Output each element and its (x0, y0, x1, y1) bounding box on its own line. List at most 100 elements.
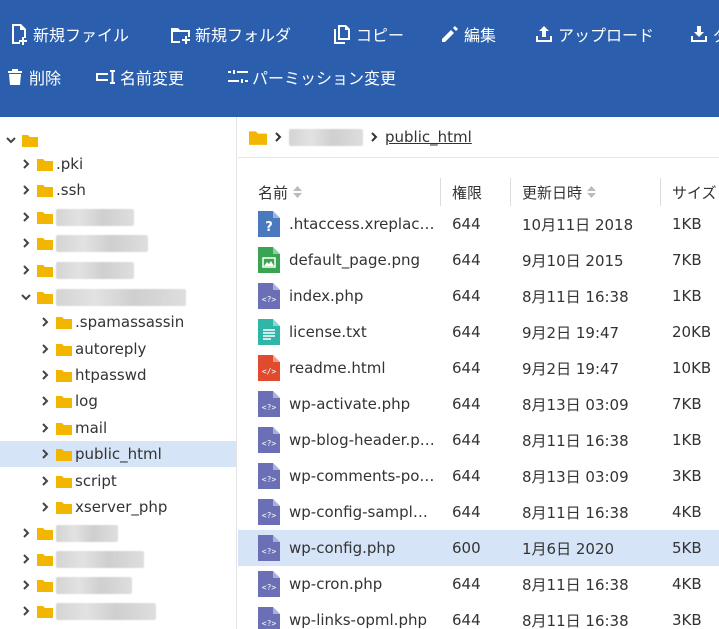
chevron-right-icon[interactable] (38, 342, 52, 356)
chevron-right-icon[interactable] (19, 263, 33, 277)
table-row[interactable]: <?> wp-comments-po… 644 8月13日 03:09 3KB (238, 458, 719, 494)
table-row[interactable]: ? .htaccess.xreplac… 644 10月11日 2018 1KB (238, 206, 719, 242)
table-row[interactable]: <?> wp-config.php 600 1月6日 2020 5KB (238, 530, 719, 566)
table-row[interactable]: <?> index.php 644 8月11日 16:38 1KB (238, 278, 719, 314)
table-row[interactable]: </> readme.html 644 9月2日 19:47 10KB (238, 350, 719, 386)
svg-text:<?>: <?> (262, 475, 277, 484)
tree-item-redacted[interactable] (0, 546, 236, 572)
new-file-label: 新規ファイル (33, 26, 130, 45)
file-permission: 644 (452, 323, 481, 341)
table-row[interactable]: <?> wp-cron.php 644 8月11日 16:38 4KB (238, 566, 719, 602)
chevron-right-icon[interactable] (19, 578, 33, 592)
folder-icon (37, 264, 53, 277)
unknown-file-icon: ? (258, 211, 280, 237)
redacted-label (56, 261, 134, 279)
tree-item-redacted[interactable] (0, 572, 236, 598)
copy-button[interactable]: コピー (331, 22, 404, 46)
tree-item-label: script (75, 472, 117, 490)
table-row[interactable]: license.txt 644 9月2日 19:47 20KB (238, 314, 719, 350)
new-file-icon (8, 23, 30, 45)
redacted-label (56, 602, 156, 620)
tree-item-autoreply[interactable]: autoreply (0, 336, 236, 362)
table-row[interactable]: <?> wp-config-sampl… 644 8月11日 16:38 4KB (238, 494, 719, 530)
column-size-label: サイズ (672, 183, 717, 202)
file-modified: 1月6日 2020 (522, 539, 615, 558)
column-header-size[interactable]: サイズ (672, 178, 717, 206)
file-modified: 9月2日 19:47 (522, 359, 620, 378)
chevron-down-icon[interactable] (19, 290, 33, 304)
folder-icon (37, 158, 53, 171)
chevron-right-icon[interactable] (19, 552, 33, 566)
table-row[interactable]: default_page.png 644 9月10日 2015 7KB (238, 242, 719, 278)
new-folder-button[interactable]: 新規フォルダ (170, 22, 291, 46)
tree-item-log[interactable]: log (0, 388, 236, 414)
chevron-right-icon[interactable] (19, 604, 33, 618)
chevron-right-icon[interactable] (38, 500, 52, 514)
edit-button[interactable]: 編集 (439, 22, 496, 46)
column-divider[interactable] (440, 178, 441, 206)
text-file-icon (258, 319, 280, 345)
chevron-right-icon[interactable] (19, 183, 33, 197)
svg-text:<?>: <?> (262, 619, 277, 628)
file-permission: 644 (452, 611, 481, 629)
table-row[interactable]: <?> wp-links-opml.php 644 8月11日 16:38 3KB (238, 602, 719, 629)
tree-item-redacted[interactable] (0, 598, 236, 624)
tree-item-public-html[interactable]: public_html (0, 441, 236, 467)
php-file-icon: <?> (258, 607, 280, 629)
chevron-right-icon[interactable] (19, 157, 33, 171)
tree-item-redacted[interactable] (0, 520, 236, 546)
chevron-down-icon[interactable] (4, 133, 18, 147)
folder-icon[interactable] (249, 130, 267, 145)
file-modified: 8月11日 16:38 (522, 575, 629, 594)
delete-button[interactable]: 削除 (4, 65, 61, 89)
tree-item-pki[interactable]: .pki (0, 151, 236, 177)
download-button[interactable]: ダ (688, 22, 719, 46)
php-file-icon: <?> (258, 571, 280, 597)
column-header-modified[interactable]: 更新日時 (522, 178, 597, 206)
tree-item-script[interactable]: script (0, 468, 236, 494)
tree-item-redacted[interactable] (0, 230, 236, 256)
chevron-right-icon[interactable] (38, 474, 52, 488)
chevron-right-icon[interactable] (19, 526, 33, 540)
tree-item-ssh[interactable]: .ssh (0, 177, 236, 203)
folder-icon (56, 475, 72, 488)
new-folder-label: 新規フォルダ (195, 26, 292, 45)
breadcrumb-current[interactable]: public_html (385, 128, 472, 146)
table-row[interactable]: <?> wp-blog-header.p… 644 8月11日 16:38 1KB (238, 422, 719, 458)
tree-item-spamassassin[interactable]: .spamassassin (0, 309, 236, 335)
chevron-right-icon[interactable] (38, 315, 52, 329)
tree-item-redacted[interactable] (0, 257, 236, 283)
chevron-right-icon[interactable] (19, 236, 33, 250)
file-modified: 9月2日 19:47 (522, 323, 620, 342)
column-divider[interactable] (660, 178, 661, 206)
chevron-right-icon[interactable] (38, 368, 52, 382)
rename-button[interactable]: 名前変更 (95, 65, 184, 89)
breadcrumb-redacted[interactable] (289, 128, 363, 146)
file-size: 20KB (672, 323, 712, 341)
column-header-name[interactable]: 名前 (258, 178, 303, 206)
tree-item-redacted-expanded[interactable] (0, 284, 236, 310)
file-permission: 644 (452, 395, 481, 413)
file-name: .htaccess.xreplac… (289, 215, 435, 233)
tree-item-xserver-php[interactable]: xserver_php (0, 494, 236, 520)
trash-icon (4, 66, 26, 88)
column-divider[interactable] (510, 178, 511, 206)
file-size: 7KB (672, 395, 702, 413)
chevron-right-icon[interactable] (38, 447, 52, 461)
delete-label: 削除 (29, 69, 62, 88)
table-row[interactable]: <?> wp-activate.php 644 8月13日 03:09 7KB (238, 386, 719, 422)
tree-item-mail[interactable]: mail (0, 415, 236, 441)
column-header-permission[interactable]: 権限 (452, 178, 482, 206)
permission-button[interactable]: パーミッション変更 (227, 65, 396, 89)
tree-item-redacted[interactable] (0, 204, 236, 230)
file-name: wp-config-sampl… (289, 503, 428, 521)
upload-button[interactable]: アップロード (533, 22, 654, 46)
file-permission: 644 (452, 575, 481, 593)
new-file-button[interactable]: 新規ファイル (8, 22, 129, 46)
tree-item-label: htpasswd (75, 366, 147, 384)
chevron-right-icon[interactable] (38, 394, 52, 408)
tree-root[interactable] (0, 127, 236, 153)
chevron-right-icon[interactable] (19, 210, 33, 224)
tree-item-htpasswd[interactable]: htpasswd (0, 362, 236, 388)
chevron-right-icon[interactable] (38, 421, 52, 435)
